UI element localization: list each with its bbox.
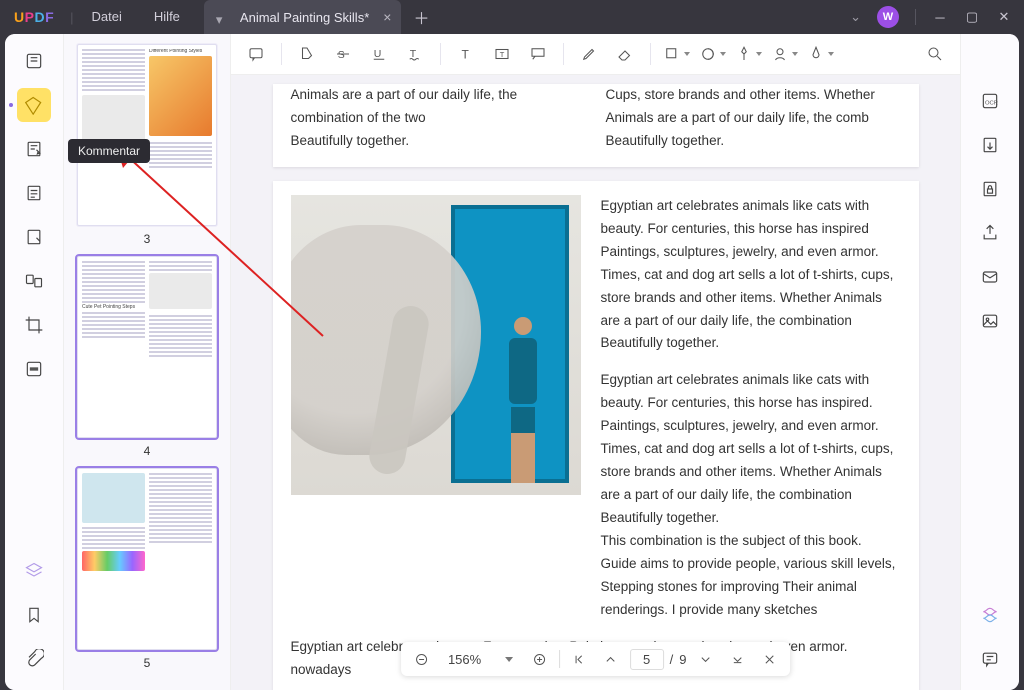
comments-panel-button[interactable] (973, 642, 1007, 676)
reader-mode-button[interactable] (17, 44, 51, 78)
tab-dropdown-icon[interactable]: ▾ (216, 12, 226, 22)
underline-tool[interactable]: U (362, 39, 396, 69)
convert-button[interactable] (973, 128, 1007, 162)
tab-title: Animal Painting Skills* (240, 10, 369, 25)
doc-image-elephant (291, 195, 581, 495)
email-button[interactable] (973, 260, 1007, 294)
protect-button[interactable] (973, 172, 1007, 206)
pencil-tool[interactable] (572, 39, 606, 69)
svg-text:OCR: OCR (985, 100, 998, 106)
doc-text: Egyptian art celebrates animals like cat… (601, 195, 901, 356)
search-button[interactable] (918, 39, 952, 69)
eraser-tool[interactable] (608, 39, 642, 69)
user-avatar[interactable]: W (877, 6, 899, 28)
tab-close-icon[interactable]: × (383, 9, 391, 25)
organize-pages-button[interactable] (17, 264, 51, 298)
ink-tool[interactable] (803, 39, 837, 69)
left-tool-rail (5, 34, 64, 690)
thumbnail-page-3[interactable]: Different Pointing Styles (77, 44, 217, 226)
doc-text: Beautifully together. (606, 130, 901, 153)
thumbnail-page-4[interactable]: Cute Pet Pointing Steps (77, 256, 217, 438)
svg-text:T: T (462, 48, 470, 62)
page-navigation-bar: 156% 5 / 9 (401, 642, 791, 676)
doc-text: This combination is the subject of this … (601, 530, 901, 622)
right-tool-rail: OCR (960, 34, 1019, 690)
doc-text: Beautifully together. (291, 130, 586, 153)
highlight-tool[interactable] (290, 39, 324, 69)
current-page-input[interactable]: 5 (630, 649, 664, 670)
app-logo: UPDF (0, 9, 68, 25)
recent-dropdown-icon[interactable]: ⌄ (850, 9, 861, 25)
page-sep: / (670, 652, 674, 667)
next-page-button[interactable] (692, 646, 718, 672)
svg-text:S: S (338, 49, 345, 61)
prev-page-button[interactable] (598, 646, 624, 672)
ai-assistant-button[interactable] (973, 598, 1007, 632)
zoom-value: 156% (441, 652, 489, 667)
page-tools-button[interactable] (17, 176, 51, 210)
fill-sign-button[interactable] (17, 220, 51, 254)
textbox-tool[interactable]: T (485, 39, 519, 69)
comment-tool-button[interactable] (17, 88, 51, 122)
zoom-in-button[interactable] (527, 646, 553, 672)
thumbnail-label-3: 3 (64, 232, 230, 246)
export-image-button[interactable] (973, 304, 1007, 338)
layers-button[interactable] (17, 554, 51, 588)
thumbnail-label-5: 5 (64, 656, 230, 670)
thumbnail-label-4: 4 (64, 444, 230, 458)
callout-tool[interactable] (521, 39, 555, 69)
annotation-toolbar: S U T T T (231, 34, 960, 75)
new-tab-button[interactable]: ＋ (407, 3, 435, 31)
thumbnail-page-5[interactable] (77, 468, 217, 650)
share-button[interactable] (973, 216, 1007, 250)
redact-button[interactable] (17, 352, 51, 386)
stamp-tool[interactable] (695, 39, 729, 69)
text-tool[interactable]: T (449, 39, 483, 69)
doc-text: Cups, store brands and other items. Whet… (606, 84, 901, 107)
doc-text: Animals are a part of our daily life, th… (291, 84, 586, 130)
zoom-dropdown[interactable] (495, 646, 521, 672)
squiggly-tool[interactable]: T (398, 39, 432, 69)
zoom-out-button[interactable] (409, 646, 435, 672)
document-area: S U T T T Animals are a part (231, 34, 960, 690)
thumbnail-panel: Different Pointing Styles 3 (64, 34, 231, 690)
crop-button[interactable] (17, 308, 51, 342)
bookmarks-button[interactable] (17, 598, 51, 632)
signature-tool[interactable] (767, 39, 801, 69)
doc-text: Animals are a part of our daily life, th… (606, 107, 901, 130)
attachments-button[interactable] (17, 642, 51, 676)
titlebar: UPDF | Datei Hilfe ▾ Animal Painting Ski… (0, 0, 1024, 34)
note-tool[interactable] (239, 39, 273, 69)
first-page-button[interactable] (566, 646, 592, 672)
shape-tool[interactable] (659, 39, 693, 69)
svg-text:T: T (500, 50, 505, 59)
ocr-button[interactable]: OCR (973, 84, 1007, 118)
total-pages: 9 (679, 652, 686, 667)
document-tab[interactable]: ▾ Animal Painting Skills* × (204, 0, 402, 34)
doc-text: Egyptian art celebrates animals like cat… (601, 369, 901, 530)
menu-file[interactable]: Datei (76, 0, 138, 34)
svg-text:U: U (374, 48, 382, 60)
maximize-button[interactable]: ▢ (964, 9, 980, 25)
pin-tool[interactable] (731, 39, 765, 69)
strikethrough-tool[interactable]: S (326, 39, 360, 69)
edit-pdf-button[interactable] (17, 132, 51, 166)
close-pagebar-button[interactable] (756, 646, 782, 672)
minimize-button[interactable]: ─ (932, 10, 948, 25)
last-page-button[interactable] (724, 646, 750, 672)
menu-help[interactable]: Hilfe (138, 0, 196, 34)
close-window-button[interactable]: ✕ (996, 9, 1012, 25)
tooltip-comment: Kommentar (68, 139, 150, 163)
